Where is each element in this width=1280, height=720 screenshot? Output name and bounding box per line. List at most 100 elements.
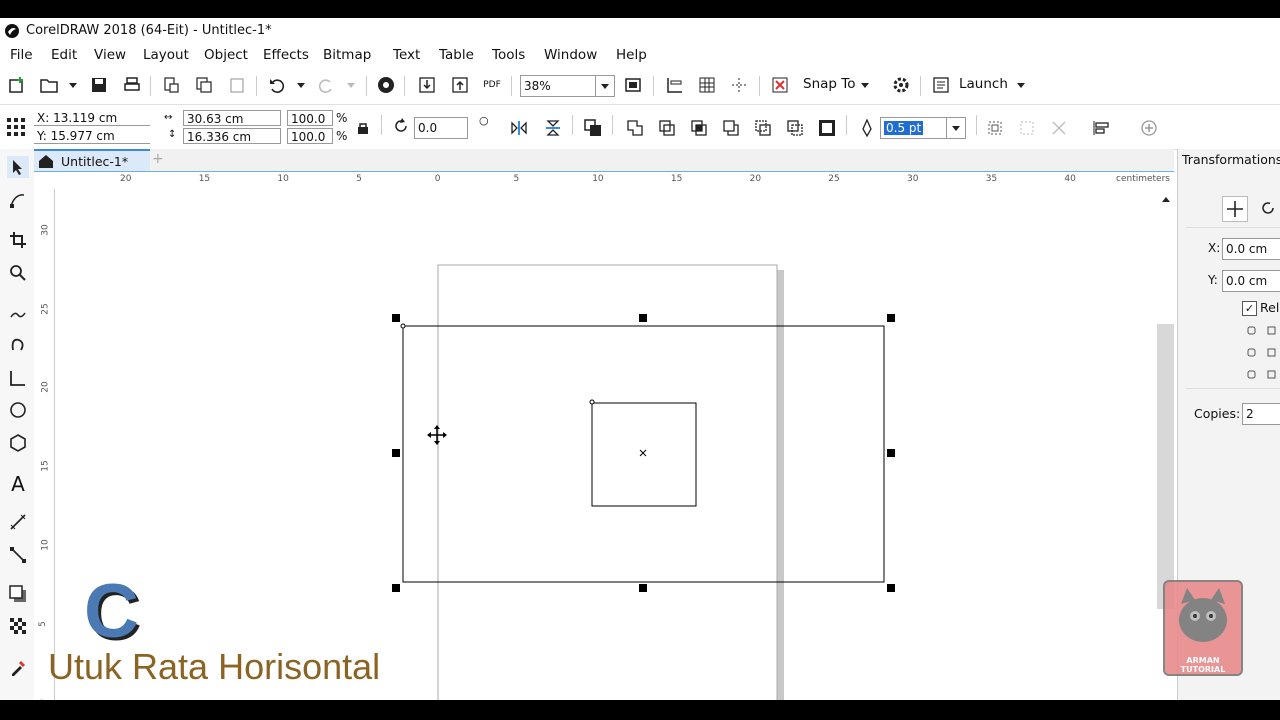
overlay-letter: C [84,569,139,654]
scale-y-field[interactable]: 100.0 [287,128,333,144]
menu-file[interactable]: File [10,47,33,63]
trim-icon[interactable] [656,117,678,139]
width-field[interactable]: 30.63 cm [183,110,281,126]
scale-x-field[interactable]: 100.0 [287,110,333,126]
align-distribute-icon[interactable] [1090,117,1112,139]
break-apart-icon[interactable] [1016,117,1038,139]
save-icon[interactable] [88,74,110,96]
shape-tool-icon[interactable] [7,189,29,211]
position-y-field[interactable]: Y: 15.977 cm [34,128,150,144]
launch-button[interactable]: Launch [959,76,1008,92]
create-boundary-icon[interactable] [816,117,838,139]
outline-width-select[interactable]: 0.5 pt [880,117,966,139]
parallel-dimension-tool-icon[interactable] [7,511,29,533]
reference-point-icon[interactable] [6,117,28,139]
pick-tool-icon[interactable] [7,156,29,178]
mirror-vertical-icon[interactable] [542,117,564,139]
rectangle-tool-icon[interactable] [7,367,29,389]
ruler-tick-label: 35 [985,174,998,184]
new-tab-icon[interactable]: + [152,151,164,167]
home-icon[interactable] [38,153,54,173]
ellipse-tool-icon[interactable] [7,399,29,421]
scrollbar-thumb[interactable] [1157,324,1174,609]
snap-off-icon[interactable] [769,74,791,96]
snap-dropdown-icon[interactable] [854,74,876,96]
polygon-tool-icon[interactable] [7,432,29,454]
options-gear-icon[interactable] [890,74,912,96]
mirror-horizontal-icon[interactable] [508,117,530,139]
copy-icon[interactable] [193,74,215,96]
tab-untitled-1[interactable]: Untitlec-1* [34,149,150,171]
anchor-grid[interactable] [1246,325,1280,389]
crop-tool-icon[interactable] [7,229,29,251]
menu-help[interactable]: Help [616,47,647,63]
intersect-icon[interactable] [688,117,710,139]
connector-tool-icon[interactable] [7,544,29,566]
scroll-up-icon[interactable] [1161,194,1171,209]
snap-to-button[interactable]: Snap To [803,76,855,92]
front-minus-back-icon[interactable] [752,117,774,139]
docker-x-field[interactable]: 0.0 cm [1222,238,1280,260]
drawing-canvas[interactable] [55,190,1174,700]
position-transform-icon[interactable] [1222,196,1248,222]
menu-edit[interactable]: Edit [51,47,77,63]
eyedropper-tool-icon[interactable] [7,657,29,679]
menu-table[interactable]: Table [439,47,474,63]
outline-width-dropdown-icon[interactable] [946,118,965,138]
simplify-icon[interactable] [720,117,742,139]
menu-view[interactable]: View [94,47,126,63]
search-content-icon[interactable] [375,74,397,96]
menu-window[interactable]: Window [544,47,597,63]
transparency-tool-icon[interactable] [7,615,29,637]
publish-pdf-icon[interactable]: PDF [481,74,503,96]
menu-bitmap[interactable]: Bitmap [323,47,371,63]
text-tool-icon[interactable]: A [7,472,29,496]
menu-object[interactable]: Object [204,47,248,63]
open-folder-icon[interactable] [38,74,60,96]
bounding-box-icon[interactable] [984,117,1006,139]
launch-icon[interactable] [930,74,952,96]
show-grid-icon[interactable] [696,74,718,96]
rotation-angle-field[interactable]: 0.0 [414,117,468,139]
artistic-media-tool-icon[interactable] [7,333,29,355]
show-rulers-icon[interactable] [664,74,686,96]
menu-layout[interactable]: Layout [143,47,189,63]
add-quick-customize-icon[interactable] [1138,117,1160,139]
paste-icon[interactable] [226,74,248,96]
undo-icon[interactable] [266,74,288,96]
undo-dropdown-icon[interactable] [290,74,312,96]
import-icon[interactable] [416,74,438,96]
new-document-icon[interactable] [6,74,28,96]
weld-icon[interactable] [624,117,646,139]
vertical-ruler[interactable]: 30 25 20 15 10 5 0 [34,189,55,700]
cut-icon[interactable] [160,74,182,96]
docker-y-field[interactable]: 0.0 cm [1222,270,1280,292]
remove-icon[interactable] [1048,117,1070,139]
horizontal-ruler[interactable]: 20 15 10 5 0 5 10 15 20 25 30 35 40 centimeters [34,171,1174,191]
lock-ratio-icon[interactable] [356,121,370,139]
group-icon[interactable] [582,117,604,139]
print-icon[interactable] [121,74,143,96]
zoom-tool-icon[interactable] [7,262,29,284]
zoom-dropdown-icon[interactable] [595,76,614,96]
copies-field[interactable]: 2 [1242,403,1280,425]
position-x-field[interactable]: X: 13.119 cm [34,110,150,126]
full-screen-icon[interactable] [622,74,644,96]
drop-shadow-tool-icon[interactable] [7,583,29,605]
outline-pen-icon[interactable] [856,117,878,139]
menu-effects[interactable]: Effects [263,47,309,63]
launch-dropdown-icon[interactable] [1010,74,1032,96]
menu-tools[interactable]: Tools [492,47,525,63]
menu-text[interactable]: Text [393,47,420,63]
export-icon[interactable] [449,74,471,96]
relative-position-checkbox[interactable]: ✓ [1242,301,1257,316]
redo-icon[interactable] [315,74,337,96]
rotate-transform-icon[interactable] [1256,196,1280,220]
freehand-tool-icon[interactable] [7,301,29,323]
back-minus-front-icon[interactable] [784,117,806,139]
open-dropdown-icon[interactable] [62,74,84,96]
height-field[interactable]: 16.336 cm [183,128,281,144]
show-guidelines-icon[interactable] [728,74,750,96]
zoom-select[interactable]: 38% [520,75,615,97]
redo-dropdown-icon[interactable] [340,74,362,96]
